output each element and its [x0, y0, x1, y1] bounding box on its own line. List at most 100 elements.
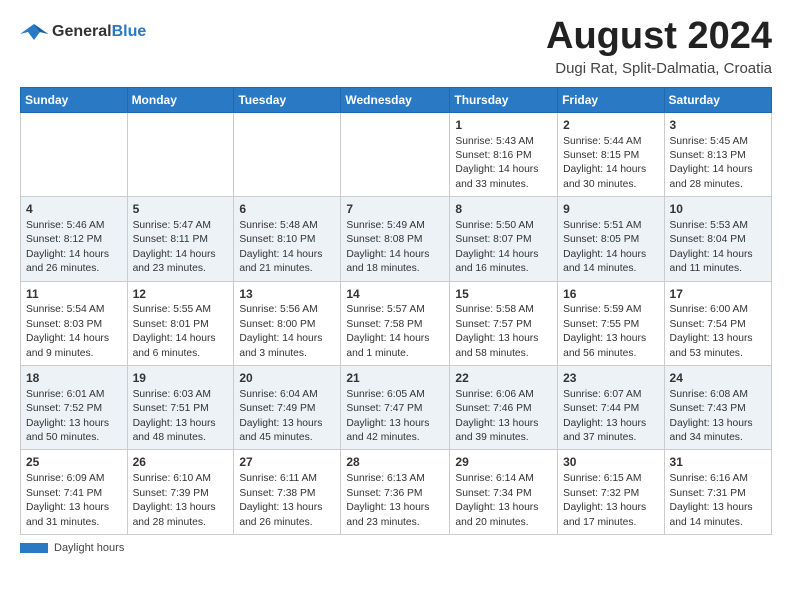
table-row: 22Sunrise: 6:06 AMSunset: 7:46 PMDayligh…	[450, 366, 558, 450]
day-info: Daylight: 13 hours and 48 minutes.	[133, 417, 229, 446]
day-info: Sunset: 8:12 PM	[26, 233, 122, 247]
table-row: 31Sunrise: 6:16 AMSunset: 7:31 PMDayligh…	[664, 450, 771, 534]
table-row: 2Sunrise: 5:44 AMSunset: 8:15 PMDaylight…	[558, 112, 664, 196]
day-info: Daylight: 13 hours and 23 minutes.	[346, 501, 444, 530]
day-info: Sunrise: 6:01 AM	[26, 388, 122, 402]
table-row: 21Sunrise: 6:05 AMSunset: 7:47 PMDayligh…	[341, 366, 450, 450]
day-info: Sunset: 7:44 PM	[563, 402, 658, 416]
legend: Daylight hours	[20, 542, 772, 554]
day-number: 3	[670, 117, 766, 134]
day-info: Sunrise: 5:44 AM	[563, 135, 658, 149]
table-row	[341, 112, 450, 196]
day-info: Daylight: 13 hours and 31 minutes.	[26, 501, 122, 530]
day-number: 13	[239, 286, 335, 303]
day-info: Daylight: 14 hours and 14 minutes.	[563, 248, 658, 277]
logo: GeneralBlue	[20, 20, 146, 44]
table-row: 6Sunrise: 5:48 AMSunset: 8:10 PMDaylight…	[234, 197, 341, 281]
day-info: Sunset: 8:10 PM	[239, 233, 335, 247]
day-info: Sunset: 7:52 PM	[26, 402, 122, 416]
day-info: Sunrise: 5:58 AM	[455, 303, 552, 317]
day-info: Daylight: 14 hours and 26 minutes.	[26, 248, 122, 277]
table-row: 16Sunrise: 5:59 AMSunset: 7:55 PMDayligh…	[558, 281, 664, 365]
day-info: Sunrise: 5:45 AM	[670, 135, 766, 149]
day-number: 25	[26, 454, 122, 471]
table-row: 14Sunrise: 5:57 AMSunset: 7:58 PMDayligh…	[341, 281, 450, 365]
logo-text: GeneralBlue	[52, 23, 146, 41]
day-number: 19	[133, 370, 229, 387]
day-info: Sunset: 8:15 PM	[563, 149, 658, 163]
day-info: Sunrise: 5:57 AM	[346, 303, 444, 317]
day-info: Sunrise: 6:15 AM	[563, 472, 658, 486]
day-number: 4	[26, 201, 122, 218]
table-row: 28Sunrise: 6:13 AMSunset: 7:36 PMDayligh…	[341, 450, 450, 534]
day-info: Daylight: 13 hours and 37 minutes.	[563, 417, 658, 446]
day-info: Daylight: 13 hours and 58 minutes.	[455, 332, 552, 361]
day-number: 7	[346, 201, 444, 218]
day-info: Daylight: 14 hours and 6 minutes.	[133, 332, 229, 361]
day-info: Sunrise: 6:07 AM	[563, 388, 658, 402]
day-info: Daylight: 14 hours and 30 minutes.	[563, 163, 658, 192]
legend-bar-icon	[20, 543, 48, 553]
table-row: 30Sunrise: 6:15 AMSunset: 7:32 PMDayligh…	[558, 450, 664, 534]
day-number: 31	[670, 454, 766, 471]
day-number: 23	[563, 370, 658, 387]
day-number: 17	[670, 286, 766, 303]
table-row: 10Sunrise: 5:53 AMSunset: 8:04 PMDayligh…	[664, 197, 771, 281]
table-row: 3Sunrise: 5:45 AMSunset: 8:13 PMDaylight…	[664, 112, 771, 196]
day-info: Sunset: 8:05 PM	[563, 233, 658, 247]
day-info: Sunset: 7:57 PM	[455, 318, 552, 332]
table-row: 17Sunrise: 6:00 AMSunset: 7:54 PMDayligh…	[664, 281, 771, 365]
col-wednesday: Wednesday	[341, 87, 450, 112]
day-info: Daylight: 13 hours and 56 minutes.	[563, 332, 658, 361]
day-number: 10	[670, 201, 766, 218]
day-info: Sunset: 7:54 PM	[670, 318, 766, 332]
table-row: 24Sunrise: 6:08 AMSunset: 7:43 PMDayligh…	[664, 366, 771, 450]
day-number: 18	[26, 370, 122, 387]
day-number: 2	[563, 117, 658, 134]
day-info: Daylight: 13 hours and 53 minutes.	[670, 332, 766, 361]
day-info: Sunrise: 6:16 AM	[670, 472, 766, 486]
day-number: 26	[133, 454, 229, 471]
day-info: Sunset: 7:47 PM	[346, 402, 444, 416]
month-title: August 2024	[546, 16, 772, 58]
col-friday: Friday	[558, 87, 664, 112]
day-info: Daylight: 14 hours and 16 minutes.	[455, 248, 552, 277]
day-info: Sunrise: 6:11 AM	[239, 472, 335, 486]
day-info: Sunrise: 5:59 AM	[563, 303, 658, 317]
day-info: Sunset: 8:16 PM	[455, 149, 552, 163]
col-sunday: Sunday	[21, 87, 128, 112]
location-title: Dugi Rat, Split-Dalmatia, Croatia	[546, 60, 772, 77]
day-info: Daylight: 13 hours and 14 minutes.	[670, 501, 766, 530]
day-info: Sunset: 7:58 PM	[346, 318, 444, 332]
day-info: Sunset: 7:43 PM	[670, 402, 766, 416]
day-info: Daylight: 14 hours and 1 minute.	[346, 332, 444, 361]
day-info: Daylight: 14 hours and 3 minutes.	[239, 332, 335, 361]
day-number: 22	[455, 370, 552, 387]
day-number: 28	[346, 454, 444, 471]
day-info: Sunset: 7:51 PM	[133, 402, 229, 416]
logo-icon	[20, 20, 48, 44]
day-number: 16	[563, 286, 658, 303]
day-number: 24	[670, 370, 766, 387]
table-row: 13Sunrise: 5:56 AMSunset: 8:00 PMDayligh…	[234, 281, 341, 365]
table-row: 1Sunrise: 5:43 AMSunset: 8:16 PMDaylight…	[450, 112, 558, 196]
calendar-header-row: Sunday Monday Tuesday Wednesday Thursday…	[21, 87, 772, 112]
day-info: Sunset: 7:49 PM	[239, 402, 335, 416]
table-row: 18Sunrise: 6:01 AMSunset: 7:52 PMDayligh…	[21, 366, 128, 450]
day-info: Sunset: 8:07 PM	[455, 233, 552, 247]
day-info: Daylight: 13 hours and 42 minutes.	[346, 417, 444, 446]
day-number: 1	[455, 117, 552, 134]
day-info: Sunset: 7:36 PM	[346, 487, 444, 501]
calendar-table: Sunday Monday Tuesday Wednesday Thursday…	[20, 87, 772, 535]
day-info: Sunrise: 6:06 AM	[455, 388, 552, 402]
table-row: 23Sunrise: 6:07 AMSunset: 7:44 PMDayligh…	[558, 366, 664, 450]
day-info: Daylight: 13 hours and 45 minutes.	[239, 417, 335, 446]
table-row: 27Sunrise: 6:11 AMSunset: 7:38 PMDayligh…	[234, 450, 341, 534]
day-number: 14	[346, 286, 444, 303]
day-info: Daylight: 13 hours and 17 minutes.	[563, 501, 658, 530]
day-info: Sunset: 7:38 PM	[239, 487, 335, 501]
day-info: Daylight: 14 hours and 9 minutes.	[26, 332, 122, 361]
day-info: Sunset: 7:46 PM	[455, 402, 552, 416]
day-info: Sunset: 7:31 PM	[670, 487, 766, 501]
col-monday: Monday	[127, 87, 234, 112]
